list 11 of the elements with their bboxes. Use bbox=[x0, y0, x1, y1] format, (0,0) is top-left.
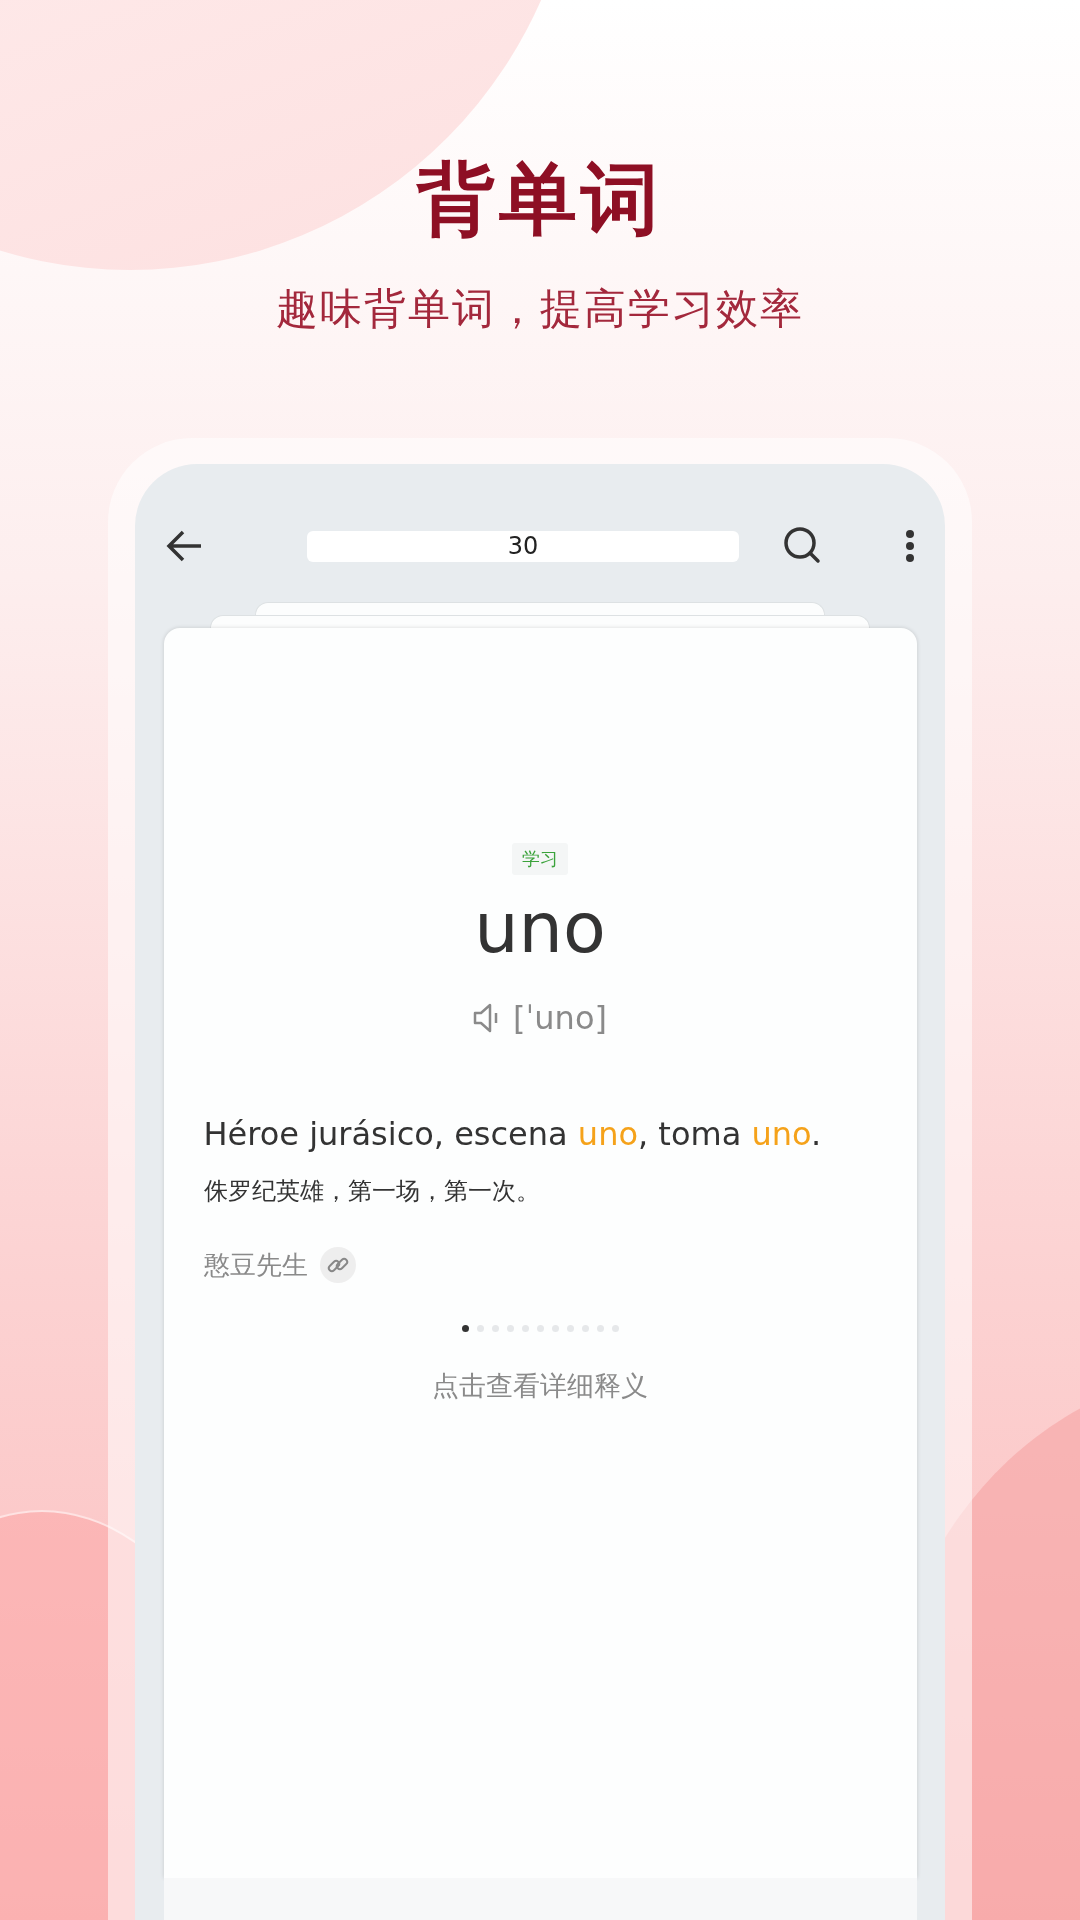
status-tag: 学习 bbox=[512, 843, 568, 875]
counter-field: 30 bbox=[307, 530, 739, 562]
example-sentence: Héroe jurásico, escena uno, toma uno. bbox=[203, 1115, 823, 1153]
source-label: 憨豆先生 bbox=[203, 1248, 308, 1282]
headline: 背单词 bbox=[417, 160, 663, 238]
subtitle: 趣味背单词，提高学习效率 bbox=[276, 288, 804, 330]
phonetic: [ˈuno] bbox=[513, 999, 607, 1037]
word: uno bbox=[474, 893, 606, 963]
link-icon[interactable] bbox=[319, 1247, 356, 1283]
sentence-translation: 侏罗纪英雄，第一场，第一次。 bbox=[203, 1176, 541, 1207]
word-card[interactable]: 学习 uno [ˈuno] Héroe jurásico, escena uno, toma uno. 侏罗纪英雄，第一场，第一次。 憨豆先生 点击查看详细释义 bbox=[163, 628, 917, 1878]
